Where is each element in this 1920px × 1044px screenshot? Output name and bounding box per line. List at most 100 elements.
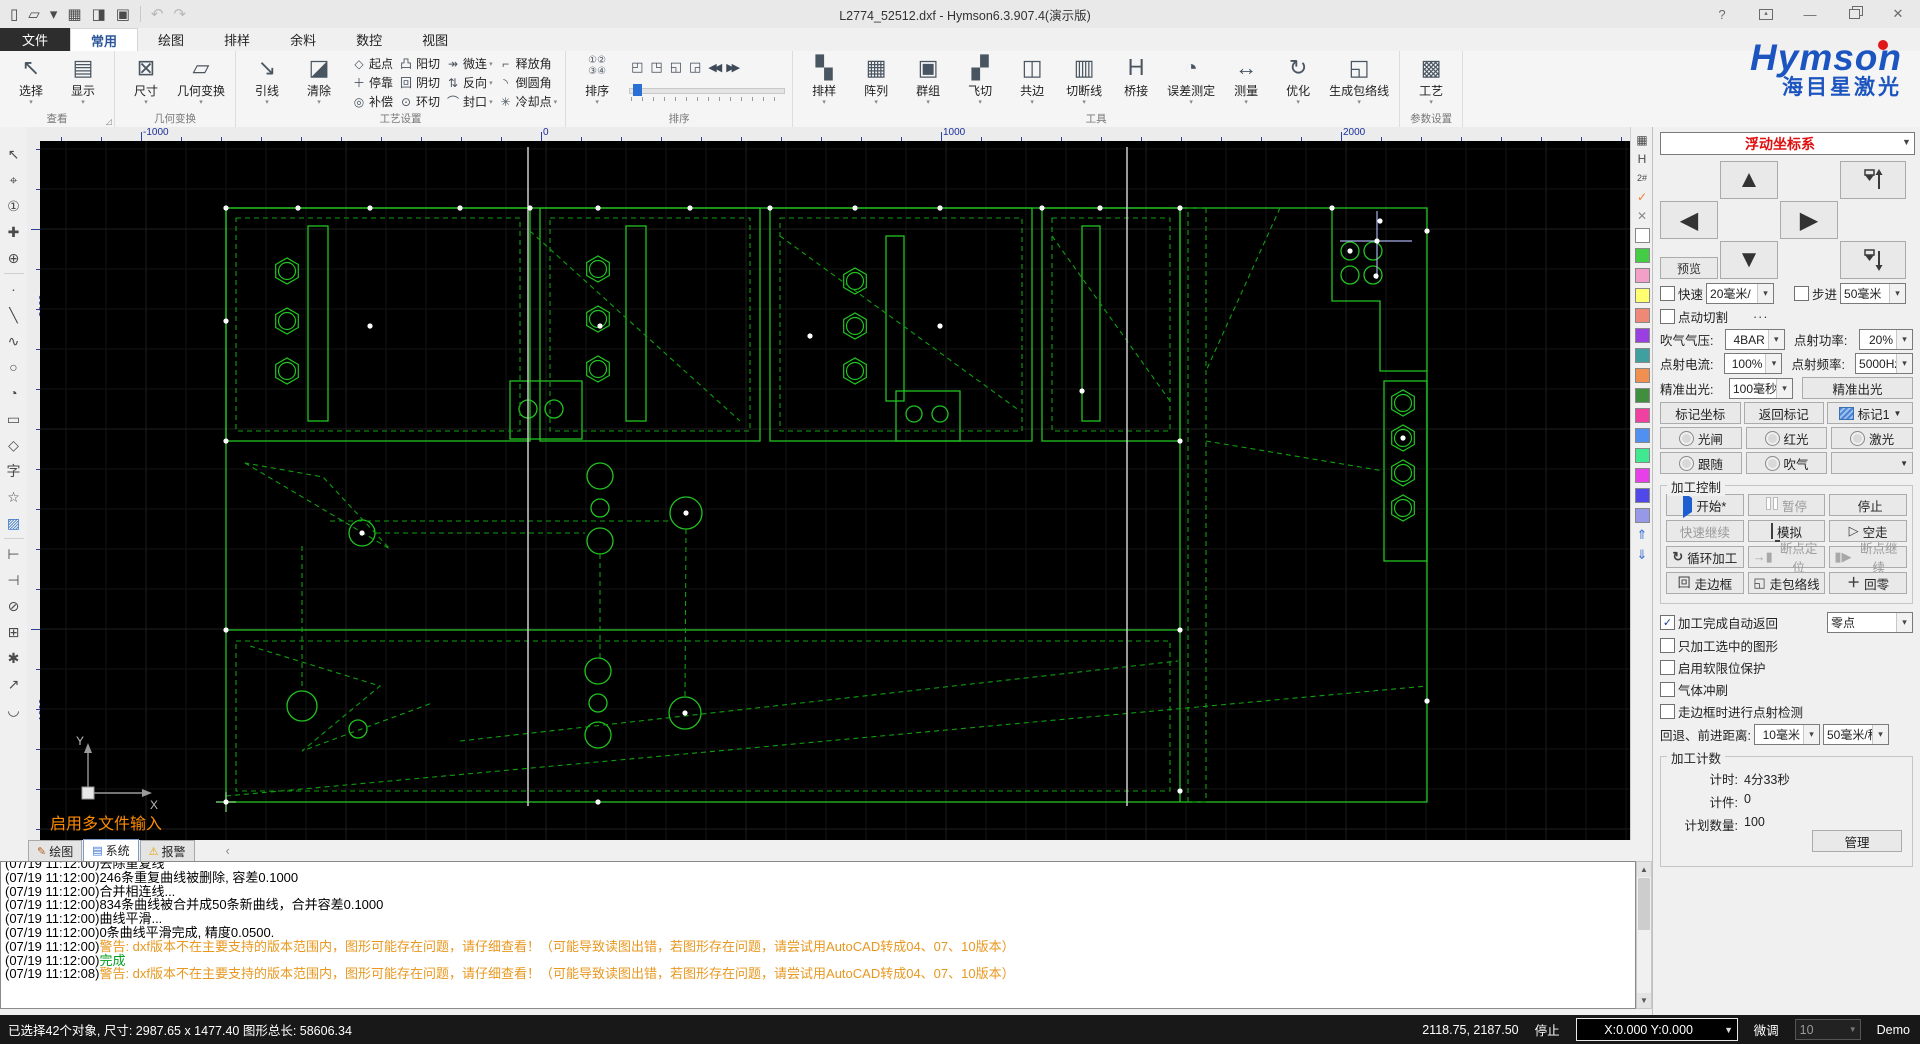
dock-button[interactable]: ＋停靠 [349, 73, 396, 92]
start-button[interactable]: 开始* [1666, 494, 1744, 516]
trace-frame-button[interactable]: 回走边框 [1666, 572, 1744, 594]
scroll-up-icon[interactable]: ▲ [1637, 862, 1651, 877]
close-icon[interactable]: ✕ [1876, 1, 1920, 28]
step-jog-checkbox[interactable] [1794, 286, 1809, 301]
snap-mid-icon[interactable]: ⊢ [2, 541, 26, 567]
clear-x-icon[interactable]: ✕ [1633, 206, 1651, 225]
menu-tab-5[interactable]: 数控 [336, 28, 402, 51]
layer-color-swatch[interactable] [1635, 248, 1650, 263]
spot-power-select[interactable]: 20%▾ [1859, 329, 1913, 350]
trace-envelope-button[interactable]: ◱走包络线 [1748, 572, 1826, 594]
help-icon[interactable]: ? [1700, 1, 1744, 28]
order-c-icon[interactable]: ◱ [670, 59, 682, 75]
snap-end-icon[interactable]: ⊣ [2, 567, 26, 593]
cooling-point-button[interactable]: ✳冷却点▾ [496, 92, 561, 111]
jog-down-button[interactable]: ▼ [1720, 241, 1778, 279]
error-measure-button[interactable]: ◔误差测定▾ [1162, 54, 1220, 114]
mark-coordinate-button[interactable]: 标记坐标 [1660, 402, 1741, 424]
menu-tab-1[interactable]: 常用 [70, 28, 138, 52]
micro-joint-button[interactable]: ↠微连▾ [443, 54, 496, 73]
menu-tab-3[interactable]: 排样 [204, 28, 270, 51]
laser-toggle-button[interactable]: 激光 [1831, 427, 1913, 449]
pan-icon[interactable]: ✚ [2, 219, 26, 245]
layer-color-swatch[interactable] [1635, 228, 1650, 243]
layer-up-icon[interactable]: ⇑ [1633, 525, 1651, 545]
cutoff-line-button[interactable]: ▥切断线▾ [1058, 54, 1110, 114]
layer-color-swatch[interactable] [1635, 368, 1650, 383]
preview-button[interactable]: 预览 [1660, 257, 1718, 279]
layer-color-swatch[interactable] [1635, 328, 1650, 343]
pause-button[interactable]: 暂停 [1748, 494, 1826, 516]
restore-icon[interactable] [1832, 1, 1876, 28]
minimize-icon[interactable]: — [1788, 1, 1832, 28]
menu-tab-4[interactable]: 余料 [270, 28, 336, 51]
coordinate-system-select[interactable]: 浮动坐标系 ▼ [1660, 132, 1915, 155]
nest-button[interactable]: ▚排样▾ [798, 54, 850, 114]
mark-select[interactable]: 标记1 ▼ [1827, 402, 1913, 424]
envelope-button[interactable]: ◱生成包络线▾ [1324, 54, 1394, 114]
scroll-down-icon[interactable]: ▼ [1637, 993, 1651, 1008]
return-to-mark-button[interactable]: 返回标记 [1744, 402, 1825, 424]
transform-button[interactable]: ▱几何变换▾ [172, 54, 230, 114]
retreat-speed-select[interactable]: 50毫米/秒▾ [1823, 724, 1889, 745]
save-icon[interactable]: ▣ [116, 7, 130, 22]
line-icon[interactable]: ╲ [2, 302, 26, 328]
polyline-icon[interactable]: ∿ [2, 328, 26, 354]
sequence-icon[interactable]: 2# [1633, 168, 1651, 187]
order-d-icon[interactable]: ◲ [689, 59, 701, 75]
step-backward-icon[interactable]: ◀◀ [708, 61, 719, 74]
sequence-number-icon[interactable]: ① [2, 193, 26, 219]
round-corner-button[interactable]: ◝倒圆角 [496, 73, 561, 92]
breakpoint-resume-button[interactable]: ▮▶断点继续 [1829, 546, 1907, 568]
layer-down-icon[interactable]: ⇓ [1633, 545, 1651, 565]
jog-left-button[interactable]: ◀ [1660, 201, 1718, 239]
tab-scroll-left-icon[interactable]: ‹ [226, 843, 230, 858]
auto-return-checkbox[interactable]: ✓ [1660, 615, 1675, 630]
trim-icon[interactable]: ⊘ [2, 593, 26, 619]
select-icon[interactable]: ↖ [2, 141, 26, 167]
process-button[interactable]: ▩工艺▾ [1405, 54, 1457, 114]
layer-color-swatch[interactable] [1635, 468, 1650, 483]
eraser-button[interactable]: ◪清除▾ [293, 54, 345, 114]
wand-icon[interactable]: ↗ [2, 671, 26, 697]
jog-cut-checkbox[interactable] [1660, 309, 1675, 324]
log-tab-1[interactable]: ▤系统 [83, 839, 138, 861]
polygon-icon[interactable]: ◇ [2, 432, 26, 458]
cad-drawing-canvas[interactable]: Y X 启用多文件输入 [40, 141, 1630, 840]
step-forward-icon[interactable]: ▶▶ [726, 61, 737, 74]
open-file-icon[interactable]: ▱ [28, 7, 40, 22]
machine-config-icon[interactable]: ▦ [67, 7, 81, 22]
layers-icon[interactable]: ▦ [1633, 130, 1651, 149]
jog-up-button[interactable]: ▲ [1720, 161, 1778, 199]
gas-pressure-select[interactable]: 4BAR▾ [1725, 329, 1785, 350]
align-icon[interactable]: ⊞ [2, 619, 26, 645]
follow-toggle-button[interactable]: 跟随 [1660, 452, 1742, 474]
manage-button[interactable]: 管理 [1812, 830, 1902, 852]
spot-current-select[interactable]: 100%▾ [1724, 353, 1783, 374]
layer-color-swatch[interactable] [1635, 388, 1650, 403]
sort-speed-slider[interactable] [627, 84, 787, 96]
quick-jog-checkbox[interactable] [1660, 286, 1675, 301]
measure-button[interactable]: ↔测量▾ [1220, 54, 1272, 114]
layer-color-swatch[interactable] [1635, 288, 1650, 303]
rect-icon[interactable]: ▭ [2, 406, 26, 432]
precise-fire-button[interactable]: 精准出光 [1802, 377, 1913, 399]
female-cut-button[interactable]: 回阴切 [396, 73, 443, 92]
layer-color-swatch[interactable] [1635, 488, 1650, 503]
laser-head-up-button[interactable] [1840, 161, 1906, 199]
apply-check-icon[interactable]: ✓ [1633, 187, 1651, 206]
extra-io-select[interactable]: ▼ [1831, 452, 1913, 474]
loop-machining-button[interactable]: ↻循环加工 [1666, 546, 1744, 568]
bridge-button[interactable]: Ｈ桥接 [1110, 54, 1162, 114]
menu-tab-6[interactable]: 视图 [402, 28, 468, 51]
cursor-button[interactable]: ↖选择▾ [5, 54, 57, 114]
dialog-launcher-icon[interactable]: ◿ [106, 117, 112, 126]
undo-icon[interactable]: ↶ [151, 7, 164, 22]
layer-color-swatch[interactable] [1635, 428, 1650, 443]
open-dropdown-icon[interactable]: ▾ [50, 7, 58, 22]
zoom-icon[interactable]: ⊕ [2, 245, 26, 271]
text-icon[interactable]: 字 [2, 458, 26, 484]
order-a-icon[interactable]: ◰ [631, 59, 643, 75]
log-scrollbar[interactable]: ▲ ▼ [1636, 861, 1652, 1009]
fit-height-icon[interactable]: H [1633, 149, 1651, 168]
